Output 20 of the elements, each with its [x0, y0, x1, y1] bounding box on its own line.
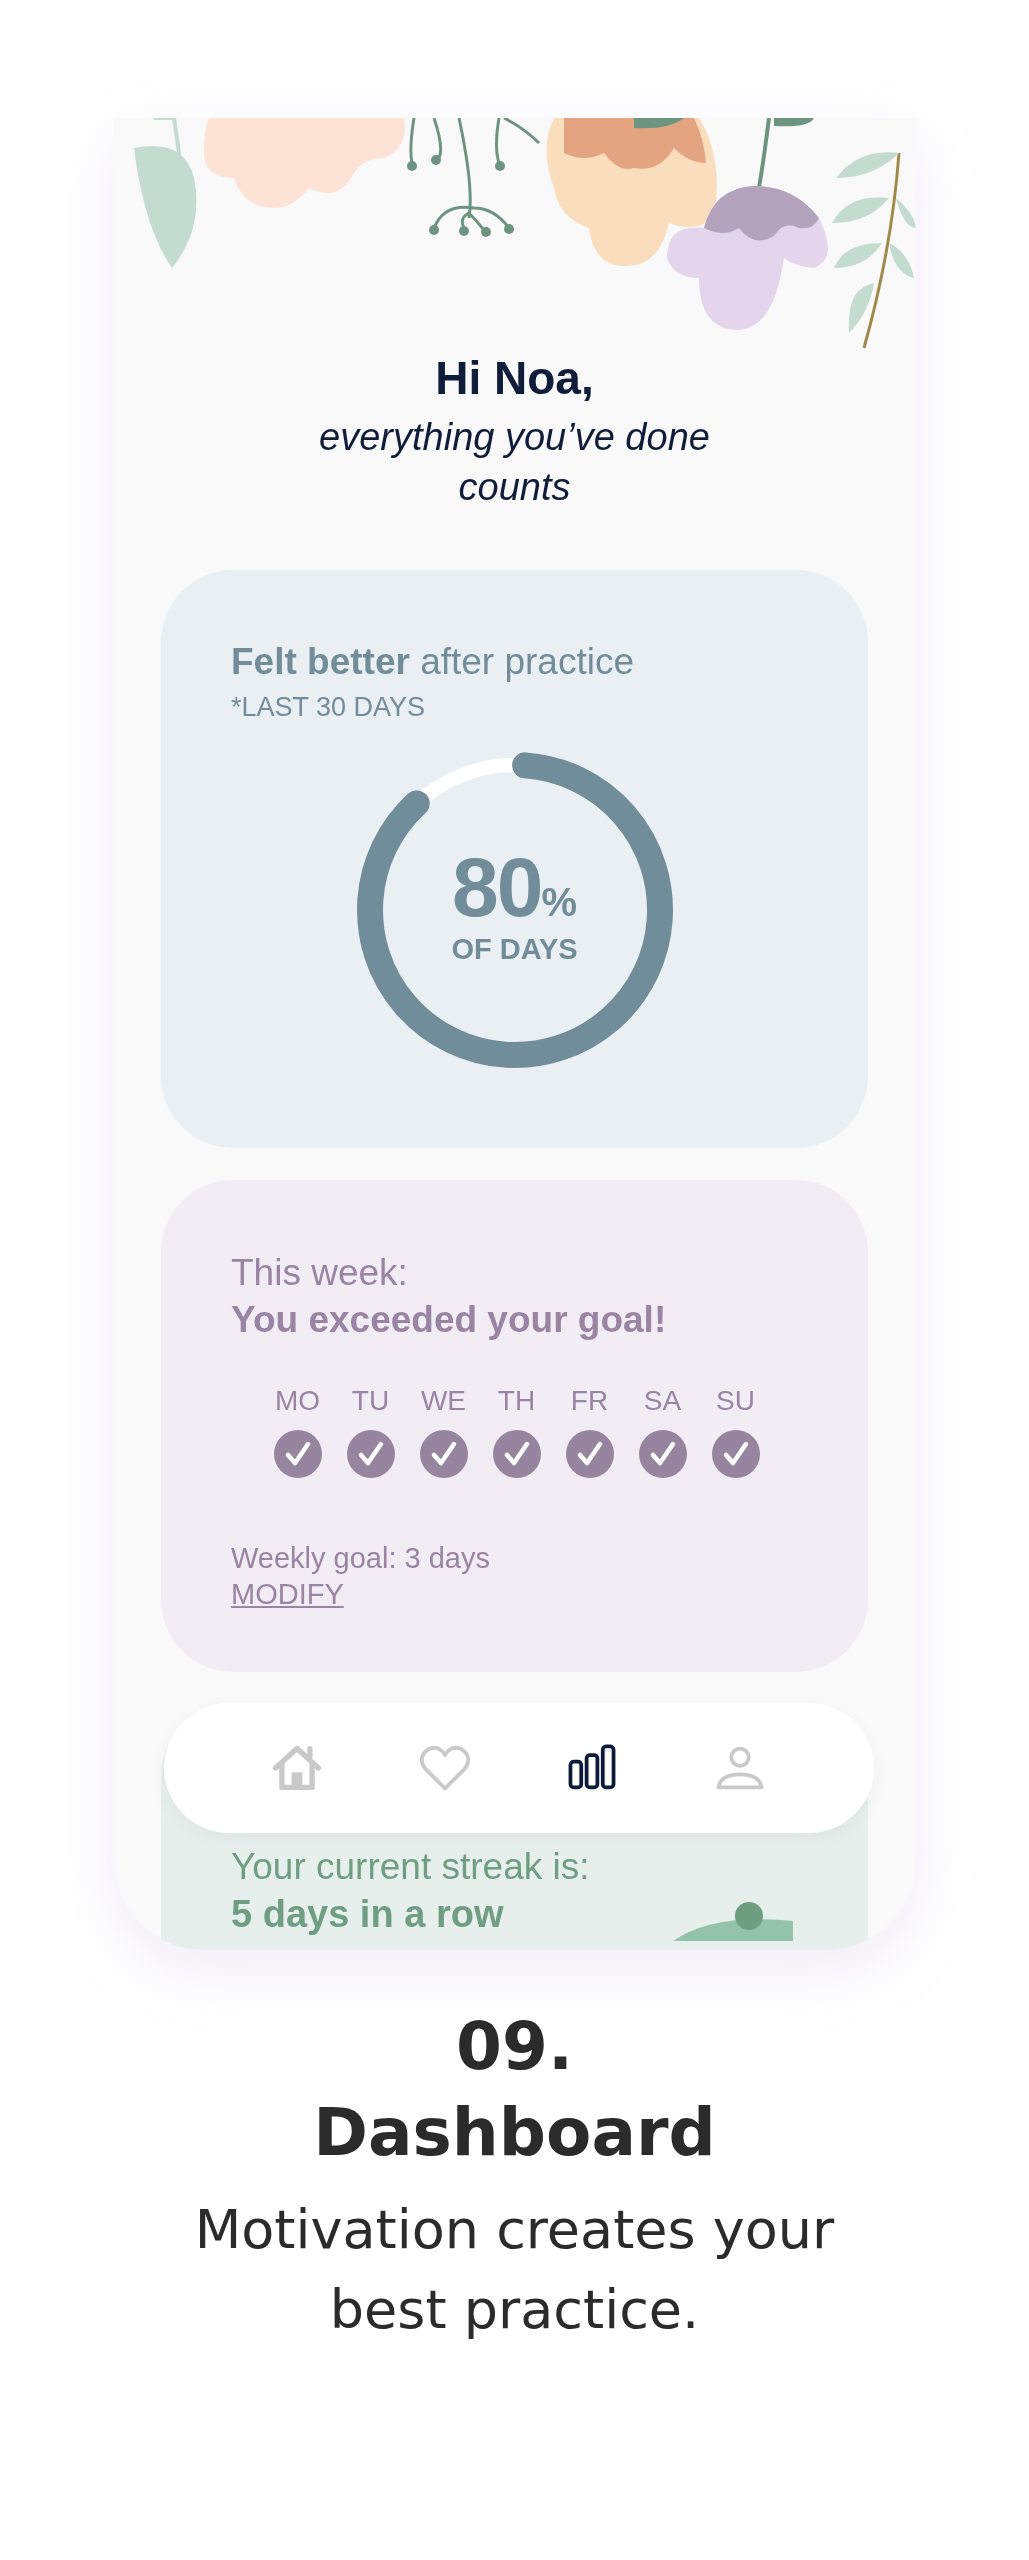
day-label: FR [570, 1384, 609, 1418]
goal-message: You exceeded your goal! [231, 1298, 668, 1342]
day-label: SA [643, 1384, 682, 1418]
streak-heading: Your current streak is: [231, 1845, 590, 1889]
greeting-subtitle: everything you’ve done counts [318, 415, 711, 510]
modify-link[interactable]: MODIFY [231, 1576, 344, 1612]
week-heading: This week: [231, 1251, 409, 1295]
weekly-goal: Weekly goal: 3 days [231, 1541, 491, 1576]
day-label: TH [497, 1384, 536, 1418]
day-label: TU [351, 1384, 390, 1418]
streak-value: 5 days in a row [231, 1892, 504, 1937]
card-title: Felt better after practice [231, 640, 635, 684]
screen-number: 09. [455, 2007, 574, 2087]
screen-description: Motivation creates your best practice. [193, 2197, 836, 2343]
greeting-title: Hi Noa, [434, 351, 595, 406]
period-note: *LAST 30 DAYS [231, 691, 427, 724]
day-label: SU [716, 1384, 755, 1418]
day-label: MO [274, 1384, 321, 1418]
screen-title: Dashboard [312, 2093, 717, 2173]
day-label: WE [420, 1384, 467, 1418]
